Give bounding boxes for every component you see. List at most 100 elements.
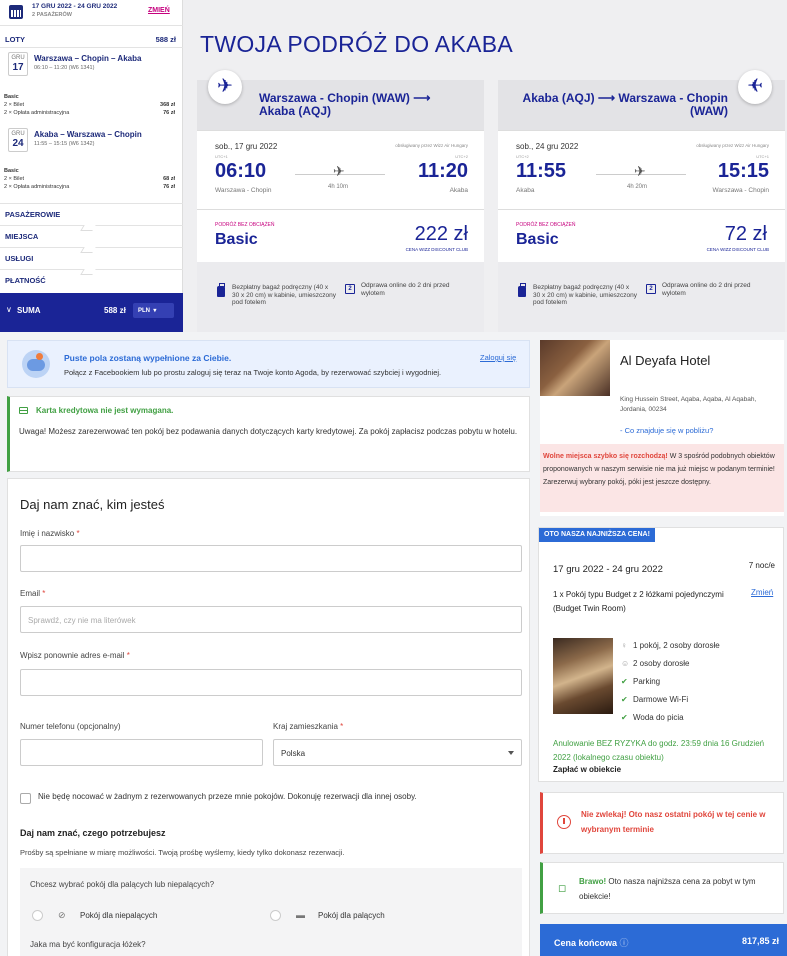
phone-input[interactable]: [20, 739, 263, 766]
no-smoking-icon: ⊘: [58, 910, 66, 920]
final-price-bar[interactable]: Cena końcowa ⓘ 817,85 zł: [540, 924, 787, 956]
feature-water: ✔ Woda do picia: [621, 713, 684, 722]
outbound-card-route: Warszawa - Chopin (WAW) ⟶ Akaba (AQJ): [259, 91, 431, 118]
checkin-icon: 2: [646, 284, 656, 294]
operated-by: obsługiwany przez Wizz Air Hungary: [696, 143, 769, 148]
checkin-icon: 2: [345, 284, 355, 294]
trip-dates: 17 GRU 2022 - 24 GRU 2022: [32, 3, 118, 10]
hotel-address: King Hussein Street, Aqaba, Aqaba, Al Aq…: [620, 396, 757, 413]
arrival-city: Akaba: [449, 187, 468, 194]
availability-alert: Wolne miejsca szybko się rozchodzą! W 3 …: [540, 444, 784, 512]
flight-duration: 4h 20m: [627, 184, 648, 190]
discount-club-label: CENA WIZZ DISCOUNT CLUB: [706, 247, 769, 252]
utc-departure: UTC+2: [516, 154, 529, 159]
outbound-date-badge: GRU 17: [8, 52, 28, 76]
trip-dates-bar: 17 GRU 2022 - 24 GRU 2022 2 PASAŻERÓW ZM…: [0, 0, 183, 26]
departure-time: 06:10: [215, 160, 267, 182]
email-confirm-input[interactable]: [20, 669, 522, 696]
guest-details-form: Daj nam znać, kim jesteś Imię i nazwisko…: [7, 478, 530, 956]
return-card-route: Akaba (AQJ) ⟶ Warszawa - Chopin (WAW): [522, 91, 728, 118]
smoking-icon: ▬: [296, 910, 305, 920]
flight-booking-panel: 17 GRU 2022 - 24 GRU 2022 2 PASAŻERÓW ZM…: [0, 0, 787, 332]
return-route: Akaba – Warszawa – Chopin: [34, 130, 142, 139]
requests-text: Prośby są spełniane w miarę możliwości. …: [20, 848, 345, 857]
arrival-time: 11:20: [417, 160, 468, 182]
operated-by: obsługiwany przez Wizz Air Hungary: [395, 143, 468, 148]
flights-summary-header[interactable]: LOTY 588 zł: [0, 28, 183, 48]
email-input[interactable]: Sprawdź, czy nie ma literówek: [20, 606, 522, 633]
outbound-fare: Basic: [4, 94, 19, 100]
outbound-fee-price: 76 zł: [163, 110, 175, 116]
person-icon: ♀: [621, 641, 627, 650]
departure-city: Akaba: [516, 187, 535, 194]
return-ticket-price: 68 zł: [163, 176, 175, 182]
email-label: Email *: [20, 589, 46, 598]
nonsmoking-radio[interactable]: [32, 910, 43, 921]
name-input[interactable]: [20, 545, 522, 572]
currency-select[interactable]: PLN ▾: [133, 303, 174, 318]
country-select[interactable]: Polska: [273, 739, 522, 766]
autofill-text: Połącz z Facebookiem lub po prostu zalog…: [64, 368, 442, 377]
non-resident-checkbox[interactable]: [20, 793, 31, 804]
return-flight-card: ✈ Akaba (AQJ) ⟶ Warszawa - Chopin (WAW) …: [498, 70, 785, 332]
passenger-count: 2 PASAŻERÓW: [32, 12, 72, 18]
outbound-flight-item: GRU 17 Warszawa – Chopin – Akaba 06:10 – …: [4, 52, 178, 78]
check-icon: ✔: [621, 677, 628, 686]
no-card-text: Uwaga! Możesz zarezerwować ten pokój bez…: [19, 427, 518, 436]
special-requests-box: Chcesz wybrać pokój dla palących lub nie…: [20, 868, 522, 956]
whats-nearby-link[interactable]: - Co znajduje się w pobliżu?: [620, 426, 713, 435]
total-bar[interactable]: ∨ SUMA 588 zł PLN ▾: [0, 293, 183, 332]
departure-time: 11:55: [516, 160, 567, 182]
flights-total: 588 zł: [155, 35, 176, 44]
plane-icon: ✈: [634, 163, 646, 179]
change-dates-link[interactable]: ZMIEŃ: [148, 7, 170, 14]
change-room-link[interactable]: Zmień: [751, 588, 773, 597]
autofill-illustration-icon: [22, 350, 50, 378]
section-payment[interactable]: PŁATNOŚĆ: [0, 269, 183, 289]
availability-alert-title: Wolne miejsca szybko się rozchodzą!: [543, 453, 668, 460]
hotel-thumbnail[interactable]: [540, 340, 610, 396]
flights-label: LOTY: [5, 35, 25, 44]
login-link[interactable]: Zaloguj się: [480, 353, 516, 362]
smoking-radio[interactable]: [270, 910, 281, 921]
bag-icon: [518, 283, 526, 297]
section-services[interactable]: USŁUGI: [0, 247, 183, 267]
non-resident-label: Nie będę nocować w żadnym z rezerwowanyc…: [38, 792, 417, 801]
credit-card-icon: [19, 407, 28, 414]
outbound-card-date: sob., 17 gru 2022: [215, 142, 278, 151]
booking-summary-sidebar: 17 GRU 2022 - 24 GRU 2022 2 PASAŻERÓW ZM…: [0, 0, 183, 332]
country-label: Kraj zamieszkania *: [273, 722, 344, 731]
return-fare: Basic: [4, 168, 19, 174]
hotel-booking-panel: Puste pola zostaną wypełnione za Ciebie.…: [0, 332, 787, 956]
return-fee-price: 76 zł: [163, 184, 175, 190]
total-label: SUMA: [17, 306, 41, 315]
check-icon: ✔: [621, 695, 628, 704]
requests-heading: Daj nam znać, czego potrzebujesz: [20, 828, 166, 838]
fare-price: 222 zł: [414, 223, 468, 245]
email-confirm-label: Wpisz ponownie adres e-mail *: [20, 651, 130, 660]
section-passengers[interactable]: PASAŻEROWIE: [0, 203, 183, 223]
checkin-info: Odprawa online do 2 dni przed wylotem: [361, 282, 450, 297]
return-time: 11:55 – 15:15 (W6 1342): [34, 141, 95, 147]
return-date-badge: GRU 24: [8, 128, 28, 152]
room-type: 1 x Pokój typu Budget z 2 łóżkami pojedy…: [553, 590, 724, 613]
pay-at-property: Zapłać w obiekcie: [553, 765, 622, 774]
autofill-title: Puste pola zostaną wypełnione za Ciebie.: [64, 353, 232, 363]
feature-wifi: ✔ Darmowe Wi-Fi: [621, 695, 689, 704]
return-ticket-line: 2 × Bilet: [4, 176, 25, 182]
group-icon: ☺: [621, 659, 630, 668]
departure-city: Warszawa - Chopin: [215, 187, 272, 194]
plane-arrival-icon: ✈: [738, 70, 772, 104]
stay-dates: 17 gru 2022 - 24 gru 2022: [553, 564, 663, 575]
name-label: Imię i nazwisko *: [20, 529, 80, 538]
utc-arrival: UTC+2: [455, 154, 468, 159]
room-photo[interactable]: [553, 638, 613, 714]
clock-icon: [557, 815, 571, 829]
section-seats[interactable]: MIEJSCA: [0, 225, 183, 245]
lowest-price-notice: ◇ Brawo! Oto nasza najniższa cena za pob…: [540, 862, 784, 914]
return-card-date: sob., 24 gru 2022: [516, 142, 579, 151]
return-flight-item: GRU 24 Akaba – Warszawa – Chopin 11:55 – …: [4, 128, 178, 154]
form-heading: Daj nam znać, kim jesteś: [20, 497, 165, 512]
smoking-question: Chcesz wybrać pokój dla palących lub nie…: [30, 880, 215, 889]
no-card-title: Karta kredytowa nie jest wymagana.: [36, 406, 174, 415]
